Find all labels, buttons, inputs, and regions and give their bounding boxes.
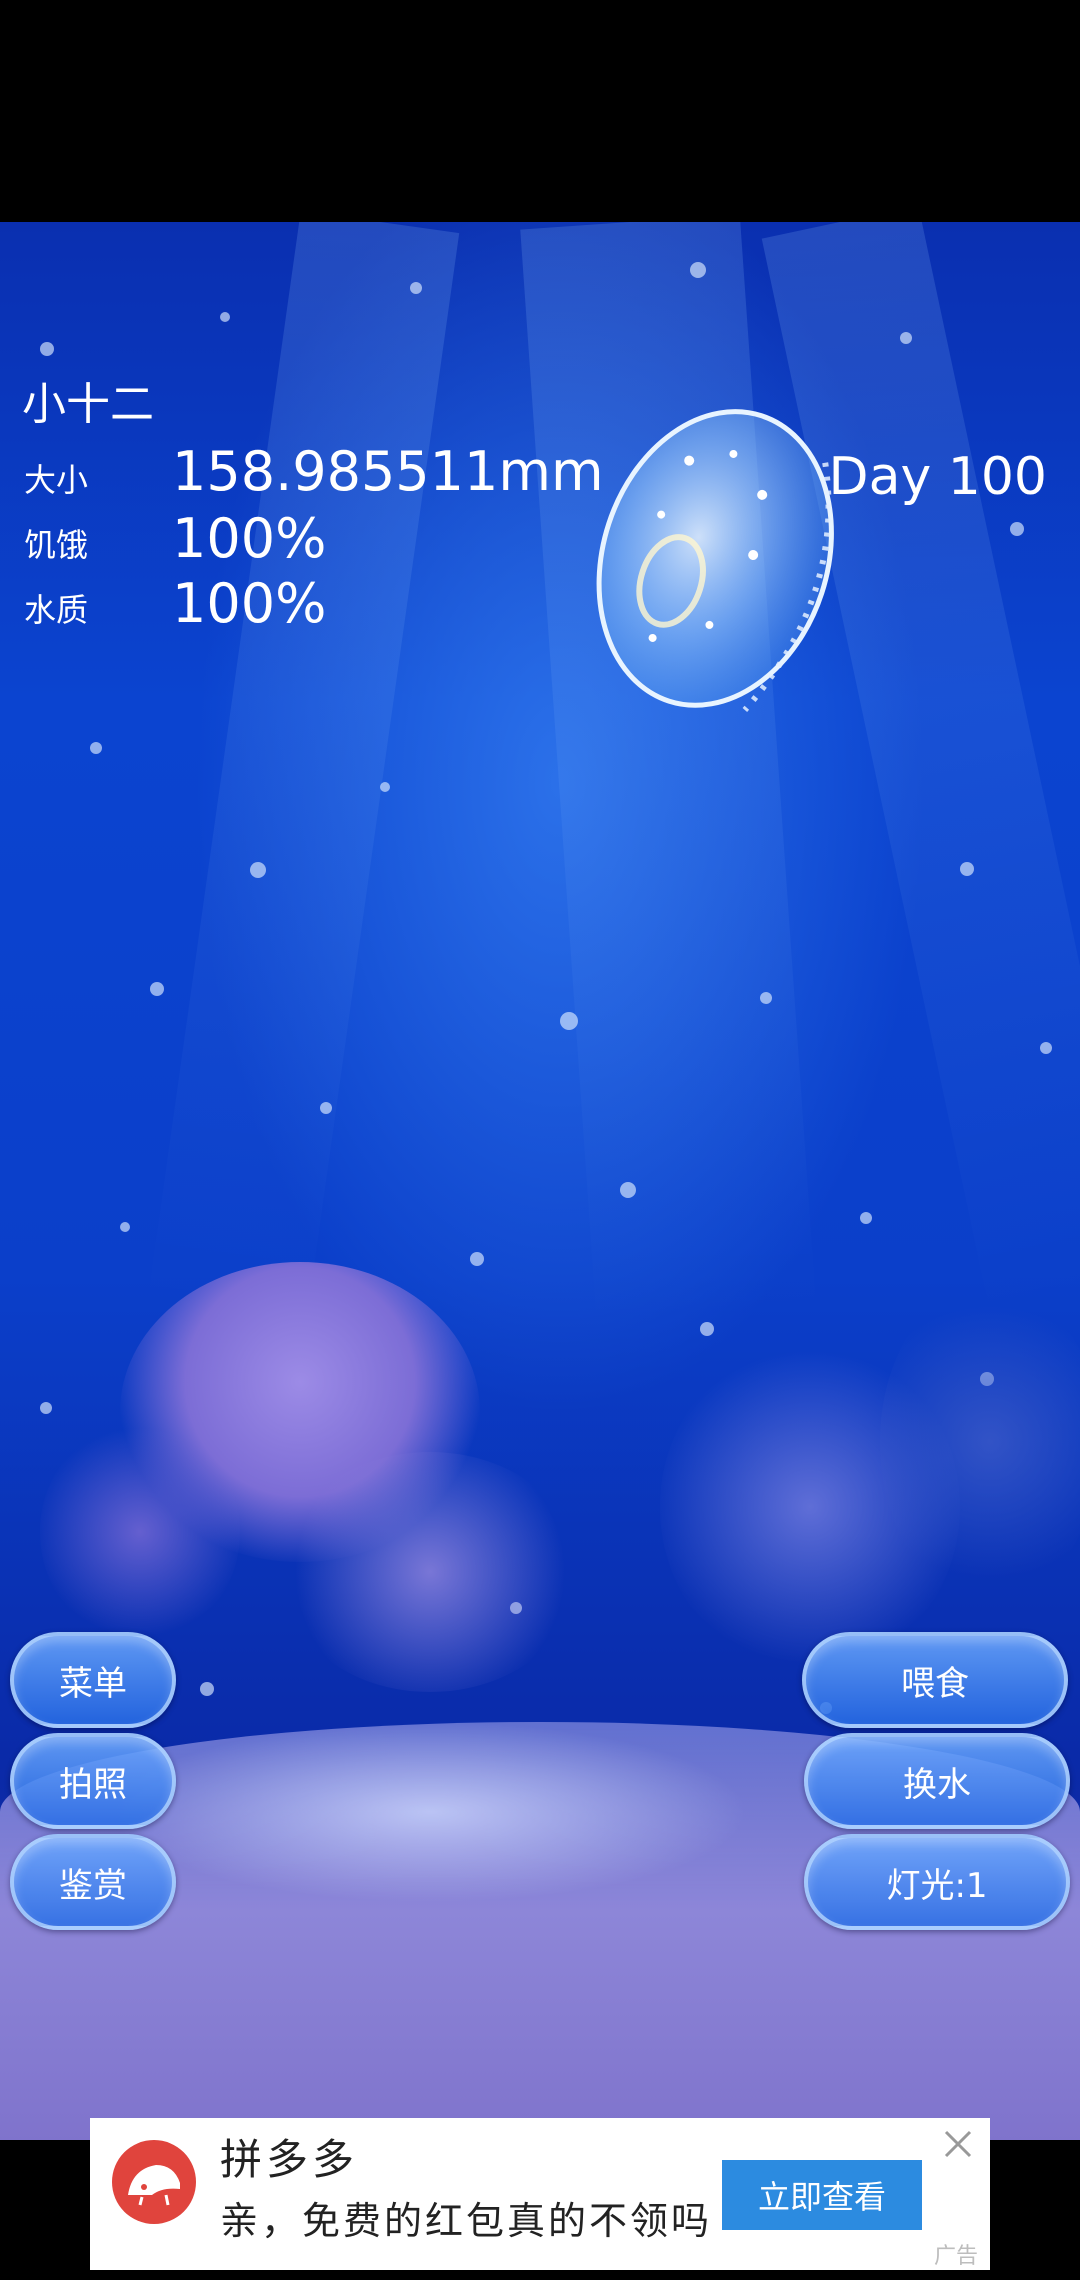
ad-text: 亲，免费的红包真的不领吗 bbox=[220, 2199, 713, 2243]
hunger-label: 饥饿 bbox=[24, 526, 89, 564]
ad-view-now-button[interactable]: 立即查看 bbox=[722, 2160, 922, 2230]
bubble bbox=[760, 992, 772, 1004]
water-quality-value: 100% bbox=[172, 572, 327, 635]
bubble bbox=[470, 1252, 484, 1266]
light-ray bbox=[147, 222, 460, 1323]
day-counter: Day 100 bbox=[828, 447, 1047, 507]
bubble bbox=[1040, 1042, 1052, 1054]
feed-button[interactable]: 喂食 bbox=[802, 1632, 1068, 1728]
bubble bbox=[690, 262, 706, 278]
hunger-value: 100% bbox=[172, 507, 327, 570]
jellyfish-illustration[interactable] bbox=[590, 395, 850, 725]
bubble bbox=[900, 332, 912, 344]
bubble bbox=[620, 1182, 636, 1198]
top-status-area bbox=[0, 0, 1080, 222]
pet-name: 小十二 bbox=[22, 379, 154, 430]
photo-button[interactable]: 拍照 bbox=[10, 1733, 176, 1829]
bubble bbox=[700, 1322, 714, 1336]
change-water-button[interactable]: 换水 bbox=[804, 1733, 1070, 1829]
bubble bbox=[90, 742, 102, 754]
light-ray bbox=[761, 222, 1080, 1315]
bubble bbox=[150, 982, 164, 996]
bubble bbox=[560, 1012, 578, 1030]
ad-tag: 广告 bbox=[933, 2244, 978, 2269]
bubble bbox=[410, 282, 422, 294]
water-quality-label: 水质 bbox=[24, 591, 89, 629]
bubble bbox=[40, 1402, 52, 1414]
size-label: 大小 bbox=[24, 461, 89, 499]
coral-middle bbox=[280, 1452, 580, 1692]
bubble bbox=[40, 342, 54, 356]
light-button[interactable]: 灯光:1 bbox=[804, 1834, 1070, 1930]
menu-button[interactable]: 菜单 bbox=[10, 1632, 176, 1728]
coral-left-small bbox=[40, 1422, 240, 1642]
pinduoduo-logo-icon bbox=[112, 2140, 196, 2224]
ad-title: 拼多多 bbox=[220, 2135, 359, 2184]
appreciate-button[interactable]: 鉴赏 bbox=[10, 1834, 176, 1930]
size-value: 158.985511mm bbox=[172, 440, 604, 503]
bubble bbox=[860, 1212, 872, 1224]
bubble bbox=[1010, 522, 1024, 536]
ad-banner[interactable]: 拼多多 亲，免费的红包真的不领吗 立即查看 广告 bbox=[90, 2118, 990, 2270]
close-icon[interactable] bbox=[938, 2124, 978, 2164]
bubble bbox=[250, 862, 266, 878]
bubble bbox=[220, 312, 230, 322]
bubble bbox=[380, 782, 390, 792]
light-ray bbox=[520, 222, 817, 1327]
bubble bbox=[200, 1682, 214, 1696]
bubble bbox=[960, 862, 974, 876]
bubble bbox=[320, 1102, 332, 1114]
bubble bbox=[120, 1222, 130, 1232]
